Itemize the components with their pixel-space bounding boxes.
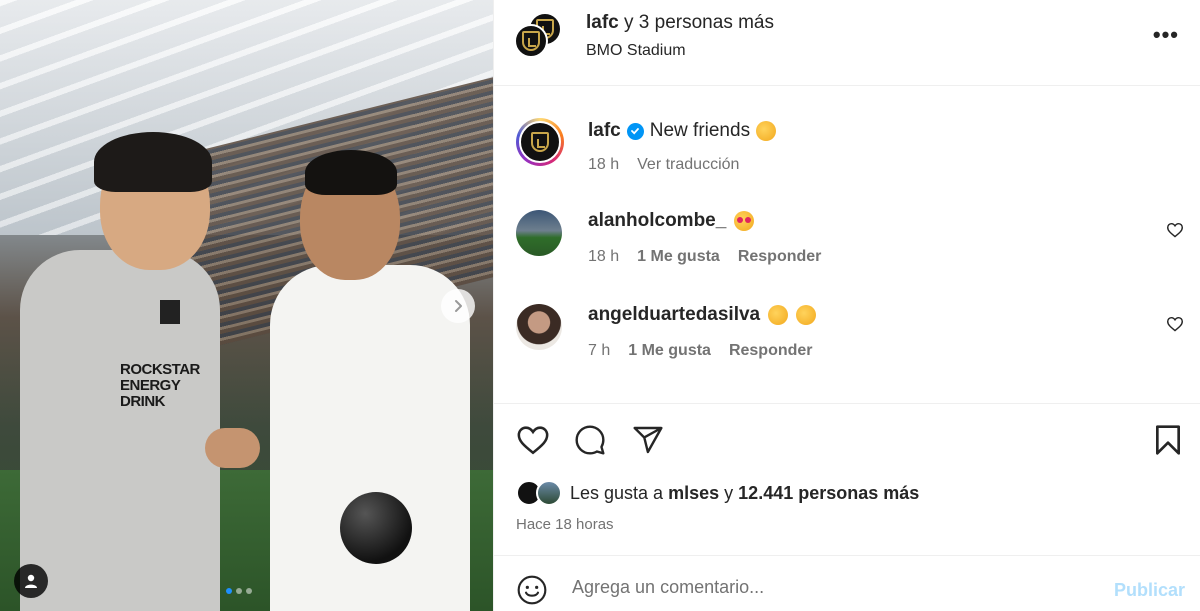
comment-meta: 18 h 1 Me gusta Responder: [588, 248, 821, 266]
caption-avatar[interactable]: [516, 118, 564, 166]
avatar[interactable]: [516, 304, 562, 350]
caption-meta: 18 h Ver traducción: [588, 156, 739, 174]
comment-input[interactable]: [572, 572, 1092, 602]
share-send-icon[interactable]: [632, 424, 664, 456]
player-right-hair: [305, 150, 397, 195]
caption-username[interactable]: lafc: [588, 120, 621, 142]
carousel-dot: [236, 588, 242, 594]
avatar[interactable]: [514, 24, 548, 58]
translate-link[interactable]: Ver traducción: [637, 156, 739, 174]
caption: lafc New friends: [588, 120, 777, 142]
more-options-icon[interactable]: •••: [1153, 22, 1179, 48]
caption-text: New friends: [649, 120, 751, 141]
likes-summary: Les gusta a mlses y 12.441 personas más: [516, 480, 919, 506]
clapping-hands-emoji-icon: [796, 305, 817, 325]
comment-time[interactable]: 18 h: [588, 248, 619, 266]
carousel-next-button[interactable]: [441, 289, 475, 323]
heart-eyes-emoji-icon: [734, 211, 755, 231]
comment-line: angelduartedasilva: [588, 304, 817, 326]
user-icon: [25, 574, 37, 588]
collab-avatars[interactable]: [514, 12, 566, 62]
like-heart-icon[interactable]: [516, 424, 550, 456]
heart-icon[interactable]: [1166, 222, 1184, 238]
jersey-sponsor-text: ROCKSTAR ENERGY DRINK: [120, 361, 200, 410]
lafc-crest-icon: [531, 132, 549, 152]
handshake-emoji-icon: [756, 121, 777, 141]
comment-username[interactable]: alanholcombe_: [588, 210, 726, 232]
lafc-crest-icon: [522, 31, 540, 51]
post-header: lafc y 3 personas más BMO Stadium •••: [494, 0, 1200, 86]
post-author[interactable]: lafc y 3 personas más: [586, 12, 774, 34]
comment-time[interactable]: 7 h: [588, 342, 610, 360]
player-left: ROCKSTAR ENERGY DRINK: [20, 132, 230, 611]
likes-joiner: y: [724, 482, 734, 503]
comment-likes[interactable]: 1 Me gusta: [637, 248, 720, 266]
avatar[interactable]: [516, 210, 562, 256]
save-bookmark-icon[interactable]: [1154, 424, 1182, 456]
lafc-crest: [160, 300, 180, 324]
comment-username[interactable]: angelduartedasilva: [588, 304, 760, 326]
post-time[interactable]: Hace 18 horas: [516, 516, 614, 533]
comment-likes[interactable]: 1 Me gusta: [628, 342, 711, 360]
comment-composer: Publicar: [494, 555, 1200, 611]
carousel-dots: [226, 588, 252, 594]
soccer-ball: [340, 492, 412, 564]
reply-button[interactable]: Responder: [738, 248, 822, 266]
carousel-dot: [226, 588, 232, 594]
emoji-picker-icon[interactable]: [516, 574, 548, 606]
post-actions: Les gusta a mlses y 12.441 personas más …: [494, 403, 1200, 555]
post-photo[interactable]: ROCKSTAR ENERGY DRINK: [0, 0, 493, 611]
handshake: [205, 428, 260, 468]
reply-button[interactable]: Responder: [729, 342, 813, 360]
clapping-hands-emoji-icon: [768, 305, 789, 325]
carousel-dot: [246, 588, 252, 594]
likes-first-user[interactable]: mlses: [668, 483, 719, 503]
heart-icon[interactable]: [1166, 316, 1184, 332]
caption-time[interactable]: 18 h: [588, 156, 619, 174]
publish-button[interactable]: Publicar: [1114, 580, 1185, 601]
tagged-users-button[interactable]: [14, 564, 48, 598]
comment-meta: 7 h 1 Me gusta Responder: [588, 342, 813, 360]
author-username[interactable]: lafc: [586, 12, 619, 33]
likes-text[interactable]: Les gusta a mlses y 12.441 personas más: [570, 483, 919, 504]
likes-prefix: Les gusta a: [570, 482, 664, 503]
avatar[interactable]: [536, 480, 562, 506]
player-left-hair: [94, 132, 212, 192]
likes-others[interactable]: 12.441 personas más: [738, 483, 919, 503]
chevron-right-icon: [455, 300, 462, 312]
comment-line: alanholcombe_: [588, 210, 755, 232]
location-link[interactable]: BMO Stadium: [586, 42, 686, 60]
post-details-panel: lafc y 3 personas más BMO Stadium ••• la…: [493, 0, 1200, 611]
verified-badge-icon: [626, 122, 644, 140]
comment-bubble-icon[interactable]: [574, 424, 606, 456]
player-left-shirt: [20, 250, 220, 611]
collab-text[interactable]: y 3 personas más: [624, 12, 774, 33]
avatar: [519, 121, 561, 163]
